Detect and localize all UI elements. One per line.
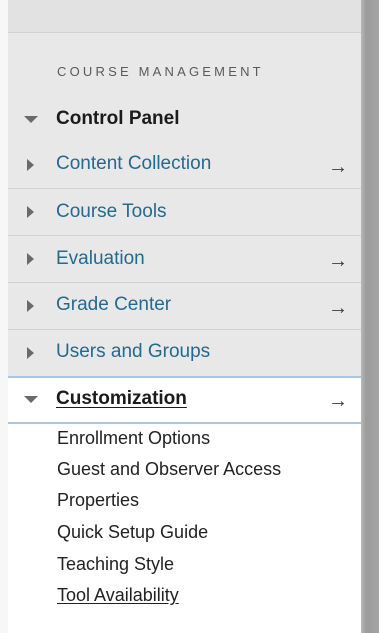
caret-right-icon [27,347,34,359]
caret-right-icon [27,206,34,218]
nav-item-users-and-groups[interactable]: Users and Groups [8,330,361,376]
caret-down-icon [24,396,38,403]
sub-item-quick-setup-guide[interactable]: Quick Setup Guide [57,522,208,543]
caret-down-icon [24,116,38,123]
menu-top-band [8,0,361,32]
customization-toggle[interactable]: Customization → [8,376,361,424]
arrow-right-icon[interactable]: → [328,250,348,273]
caret-right-icon [27,300,34,312]
arrow-right-icon[interactable]: → [328,156,348,179]
nav-item-content-collection[interactable]: Content Collection → [8,142,361,189]
customization-label: Customization [56,388,187,409]
arrow-right-icon[interactable]: → [328,297,348,320]
course-menu-frame: COURSE MANAGEMENT Control Panel Content … [0,0,379,633]
nav-item-course-tools[interactable]: Course Tools [8,189,361,236]
nav-item-grade-center[interactable]: Grade Center → [8,283,361,330]
control-panel-label: Control Panel [56,108,180,129]
menu-scrollbar[interactable] [361,0,379,633]
nav-item-label: Evaluation [56,248,145,269]
sub-item-properties[interactable]: Properties [57,490,139,511]
caret-right-icon [27,159,34,171]
arrow-right-icon[interactable]: → [328,390,348,413]
sub-item-enrollment-options[interactable]: Enrollment Options [57,428,210,449]
nav-item-label: Grade Center [56,294,172,315]
nav-item-label: Content Collection [56,153,212,174]
left-edge [0,0,8,633]
sub-item-teaching-style[interactable]: Teaching Style [57,554,174,575]
course-management-title: COURSE MANAGEMENT [57,64,264,79]
sub-item-tool-availability[interactable]: Tool Availability [57,585,179,606]
control-panel-toggle[interactable]: Control Panel [8,96,361,142]
nav-item-evaluation[interactable]: Evaluation → [8,236,361,283]
nav-item-label: Course Tools [56,201,167,222]
nav-item-label: Users and Groups [56,341,211,362]
sub-item-guest-and-observer-access[interactable]: Guest and Observer Access [57,459,281,480]
caret-right-icon [27,253,34,265]
